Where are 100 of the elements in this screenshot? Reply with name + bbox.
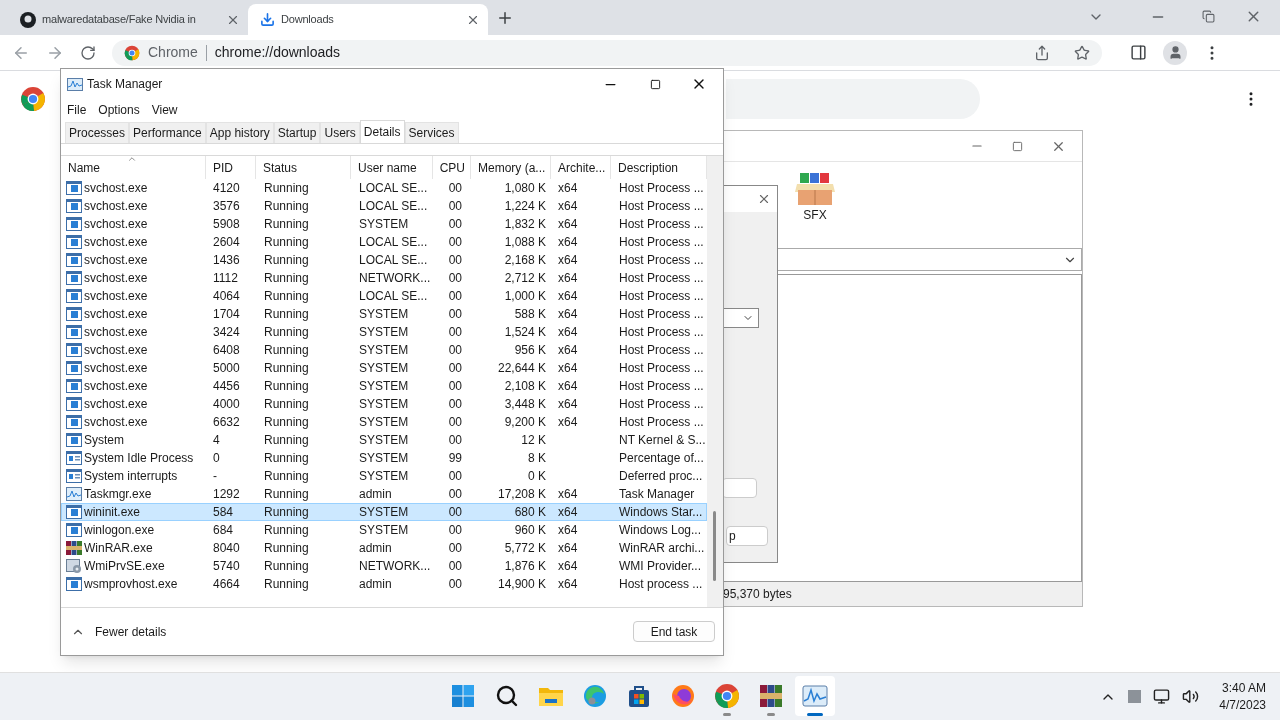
dialog-button[interactable]: p xyxy=(726,526,768,546)
column-header[interactable]: Name xyxy=(61,156,206,179)
process-row[interactable]: svchost.exe 4456 Running SYSTEM 00 2,108 K x64 Host Process ... xyxy=(61,377,707,395)
process-name: wininit.exe xyxy=(84,504,141,521)
pid-text: 684 xyxy=(212,522,235,539)
tab[interactable]: Processes xyxy=(65,122,130,143)
status-text: 95,370 bytes xyxy=(723,586,792,603)
clock[interactable]: 3:40 AM 4/7/2023 xyxy=(1219,679,1266,714)
tab[interactable]: App history xyxy=(205,122,274,143)
folder-icon[interactable] xyxy=(538,685,564,707)
graph-icon[interactable] xyxy=(802,685,828,707)
cpu-text: 00 xyxy=(447,486,463,503)
process-row[interactable]: wsmprovhost.exe 4664 Running admin 00 14,900 K x64 Host process ... xyxy=(61,575,707,593)
restore-icon[interactable] xyxy=(1202,10,1215,23)
process-name: svchost.exe xyxy=(84,198,148,215)
memory-text: 2,712 K xyxy=(503,270,547,287)
process-row[interactable]: wininit.exe 584 Running SYSTEM 00 680 K x64 Windows Star... xyxy=(61,503,707,521)
status-text: Running xyxy=(263,468,310,485)
process-row[interactable]: winlogon.exe 684 Running SYSTEM 00 960 K x64 Windows Log... xyxy=(61,521,707,539)
volume-icon[interactable] xyxy=(1182,688,1200,705)
search-icon[interactable] xyxy=(495,684,519,708)
side-panel-icon[interactable] xyxy=(1130,44,1147,61)
cpu-text: 00 xyxy=(447,504,463,521)
column-header[interactable]: Memory (a... xyxy=(471,156,551,179)
process-row[interactable]: svchost.exe 4120 Running LOCAL SE... 00 1,080 K x64 Host Process ... xyxy=(61,179,707,197)
windows-logo-icon[interactable] xyxy=(451,684,475,708)
toolbar-label: SFX xyxy=(803,207,827,224)
memory-text: 1,224 K xyxy=(503,198,547,215)
browser-tab[interactable]: Downloads xyxy=(248,4,488,35)
maximize-icon[interactable] xyxy=(650,78,661,90)
column-header[interactable]: Archite... xyxy=(551,156,611,179)
new-tab-icon[interactable] xyxy=(496,9,514,27)
reload-icon[interactable] xyxy=(80,44,96,61)
process-row[interactable]: svchost.exe 5908 Running SYSTEM 00 1,832 K x64 Host Process ... xyxy=(61,215,707,233)
bookmark-icon[interactable] xyxy=(1074,44,1090,61)
fewer-details-button[interactable]: Fewer details xyxy=(71,622,167,641)
column-header[interactable]: Status xyxy=(256,156,351,179)
process-row[interactable]: svchost.exe 1436 Running LOCAL SE... 00 2,168 K x64 Host Process ... xyxy=(61,251,707,269)
process-row[interactable]: svchost.exe 3424 Running SYSTEM 00 1,524 K x64 Host Process ... xyxy=(61,323,707,341)
window-icon xyxy=(66,235,82,249)
address-bar[interactable]: Chrome chrome://downloads xyxy=(112,39,1102,66)
process-row[interactable]: System Idle Process 0 Running SYSTEM 99 8 K Percentage of... xyxy=(61,449,707,467)
column-header[interactable]: PID xyxy=(206,156,256,179)
option-dropdown[interactable] xyxy=(722,308,759,328)
status-text: Running xyxy=(263,558,310,575)
user-text: SYSTEM xyxy=(358,432,410,449)
pid-text: 8040 xyxy=(212,540,241,557)
cpu-text: 00 xyxy=(447,342,463,359)
process-row[interactable]: svchost.exe 5000 Running SYSTEM 00 22,644 K x64 Host Process ... xyxy=(61,359,707,377)
arch-text: x64 xyxy=(557,558,579,575)
window-icon xyxy=(66,361,82,375)
shopping-bag-icon[interactable] xyxy=(627,684,651,708)
column-header[interactable]: User name xyxy=(351,156,433,179)
tab[interactable]: Details xyxy=(359,120,405,143)
process-row[interactable]: svchost.exe 4064 Running LOCAL SE... 00 1,000 K x64 Host Process ... xyxy=(61,287,707,305)
tab[interactable]: Startup xyxy=(273,122,321,143)
window-icon xyxy=(66,451,82,465)
process-row[interactable]: svchost.exe 2604 Running LOCAL SE... 00 1,088 K x64 Host Process ... xyxy=(61,233,707,251)
menu-item[interactable]: Options xyxy=(98,101,140,119)
swirl-browser-icon[interactable] xyxy=(583,684,607,708)
cpu-text: 00 xyxy=(447,180,463,197)
end-task-button[interactable]: End task xyxy=(633,621,715,642)
memory-text: 2,108 K xyxy=(503,378,547,395)
process-row[interactable]: svchost.exe 1704 Running SYSTEM 00 588 K x64 Host Process ... xyxy=(61,305,707,323)
column-header[interactable]: CPU xyxy=(433,156,471,179)
toolbar-button[interactable]: SFX xyxy=(791,172,839,245)
process-row[interactable]: svchost.exe 6632 Running SYSTEM 00 9,200 K x64 Host Process ... xyxy=(61,413,707,431)
pid-text: 3424 xyxy=(212,324,241,341)
text-field[interactable] xyxy=(722,478,757,498)
status-text: Running xyxy=(263,414,310,431)
process-row[interactable]: System interrupts - Running SYSTEM 00 0 K Deferred proc... xyxy=(61,467,707,485)
avatar[interactable] xyxy=(1163,40,1187,65)
browser-tab[interactable]: malwaredatabase/Fake Nvidia in xyxy=(8,4,248,35)
process-name: svchost.exe xyxy=(84,252,148,269)
download-icon xyxy=(260,12,275,27)
tray-app-icon[interactable] xyxy=(1128,690,1142,703)
fox-browser-icon[interactable] xyxy=(671,684,695,708)
tab[interactable]: Users xyxy=(320,122,360,143)
menu-item[interactable]: View xyxy=(151,101,178,119)
process-row[interactable]: Taskmgr.exe 1292 Running admin 00 17,208 K x64 Task Manager xyxy=(61,485,707,503)
process-row[interactable]: WinRAR.exe 8040 Running admin 00 5,772 K x64 WinRAR archi... xyxy=(61,539,707,557)
share-icon[interactable] xyxy=(1034,44,1050,61)
tab[interactable]: Performance xyxy=(129,122,206,143)
books-icon[interactable] xyxy=(759,684,783,708)
pid-text: 5740 xyxy=(212,558,241,575)
arch-text: x64 xyxy=(557,486,579,503)
menu-item[interactable]: File xyxy=(67,101,87,119)
scrollbar-thumb[interactable] xyxy=(713,511,716,581)
process-row[interactable]: System 4 Running SYSTEM 00 12 K NT Kernel & S... xyxy=(61,431,707,449)
process-row[interactable]: svchost.exe 1112 Running NETWORK... 00 2,712 K x64 Host Process ... xyxy=(61,269,707,287)
arch-text: x64 xyxy=(557,540,579,557)
process-row[interactable]: svchost.exe 4000 Running SYSTEM 00 3,448 K x64 Host Process ... xyxy=(61,395,707,413)
status-text: Running xyxy=(263,576,310,593)
person-icon xyxy=(1167,45,1183,60)
process-row[interactable]: WmiPrvSE.exe 5740 Running NETWORK... 00 1,876 K x64 WMI Provider... xyxy=(61,557,707,575)
tab[interactable]: Services xyxy=(404,122,459,143)
process-name: winlogon.exe xyxy=(84,522,155,539)
process-row[interactable]: svchost.exe 3576 Running LOCAL SE... 00 1,224 K x64 Host Process ... xyxy=(61,197,707,215)
network-icon[interactable] xyxy=(1153,688,1171,705)
process-row[interactable]: svchost.exe 6408 Running SYSTEM 00 956 K x64 Host Process ... xyxy=(61,341,707,359)
